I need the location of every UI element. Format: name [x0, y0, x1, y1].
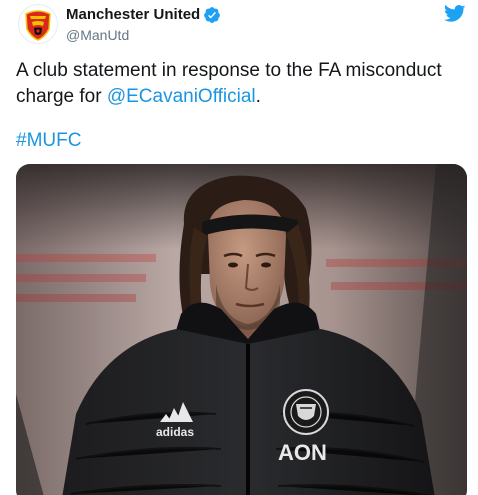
tweet-card: Manchester United @ManUtd A club stateme…	[0, 0, 478, 495]
player-photo: adidas AON	[16, 164, 467, 495]
avatar[interactable]	[18, 4, 58, 44]
sponsor-logo: AON	[278, 440, 327, 465]
mention-link[interactable]: @ECavaniOfficial	[107, 86, 256, 107]
adidas-wordmark: adidas	[156, 425, 194, 439]
tweet-photo[interactable]: adidas AON	[16, 164, 467, 495]
hashtag-link[interactable]: #MUFC	[16, 128, 81, 154]
display-name[interactable]: Manchester United	[66, 6, 200, 24]
verified-badge-icon	[204, 7, 221, 23]
jacket-crest-icon	[283, 389, 329, 435]
tweet-text: A club statement in response to the FA m…	[16, 58, 456, 110]
user-handle[interactable]: @ManUtd	[66, 26, 221, 44]
author-block[interactable]: Manchester United @ManUtd	[66, 6, 221, 44]
manchester-united-crest-icon	[20, 6, 56, 42]
name-row: Manchester United	[66, 6, 221, 24]
twitter-bird-icon[interactable]	[444, 4, 466, 24]
tweet-text-end: .	[255, 86, 261, 107]
